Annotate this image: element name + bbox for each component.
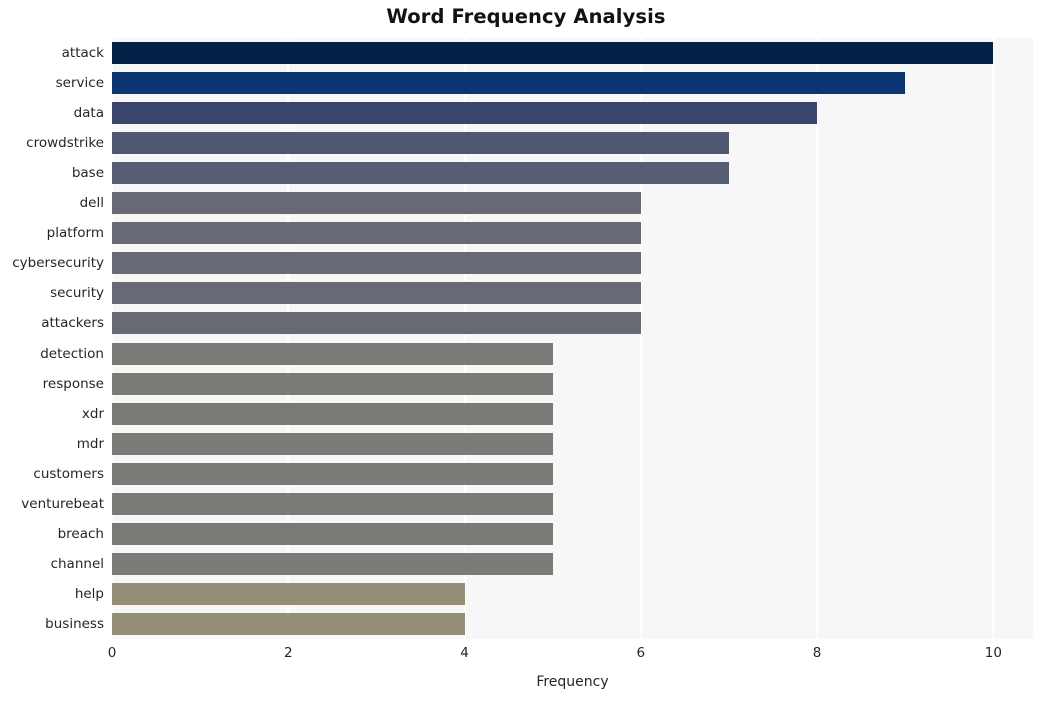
y-tick-label: business xyxy=(45,615,104,632)
bar[interactable] xyxy=(112,522,553,545)
y-tick-label: detection xyxy=(40,345,104,362)
y-tick-label: mdr xyxy=(76,435,104,452)
y-tick-label: dell xyxy=(79,195,104,212)
bar[interactable] xyxy=(112,102,818,125)
y-tick-label: platform xyxy=(46,225,104,242)
x-tick-label: 10 xyxy=(984,645,1002,661)
y-axis-tick-labels: attack service data crowdstrike base dell plat… xyxy=(0,38,104,639)
y-tick-label: base xyxy=(71,165,104,182)
bar[interactable] xyxy=(112,612,465,635)
bar[interactable] xyxy=(112,432,553,455)
plot-area xyxy=(111,38,1033,639)
y-tick-label: attack xyxy=(61,45,104,62)
y-tick-label: crowdstrike xyxy=(26,135,104,152)
bars-layer xyxy=(112,38,1033,639)
y-tick-label: channel xyxy=(50,555,104,572)
bar[interactable] xyxy=(112,72,906,95)
x-tick-label: 2 xyxy=(283,645,293,661)
bar[interactable] xyxy=(112,282,641,305)
y-tick-label: attackers xyxy=(41,315,104,332)
bar[interactable] xyxy=(112,252,641,275)
bar[interactable] xyxy=(112,132,729,155)
bar[interactable] xyxy=(112,342,553,365)
y-tick-label: breach xyxy=(57,525,104,542)
y-tick-label: service xyxy=(55,75,104,92)
bar[interactable] xyxy=(112,582,465,605)
x-tick-label: 4 xyxy=(460,645,469,661)
bar[interactable] xyxy=(112,222,641,245)
x-tick-label: 6 xyxy=(636,645,646,661)
y-tick-label: data xyxy=(73,105,104,122)
y-tick-label: response xyxy=(42,375,104,392)
bar[interactable] xyxy=(112,372,553,395)
x-tick-label: 8 xyxy=(812,645,822,661)
bar[interactable] xyxy=(112,492,553,515)
y-tick-label: customers xyxy=(33,465,104,482)
x-tick-label: 0 xyxy=(107,645,117,661)
x-axis-tick-labels: 0 2 4 6 8 10 xyxy=(108,639,1033,663)
chart-title: Word Frequency Analysis xyxy=(386,5,666,28)
bar[interactable] xyxy=(112,192,641,215)
word-frequency-chart-figure: Word Frequency Analysis attack service dat… xyxy=(0,0,1052,701)
bar[interactable] xyxy=(112,162,729,185)
x-axis-title: Frequency xyxy=(536,674,609,690)
y-tick-label: venturebeat xyxy=(21,495,104,512)
y-tick-label: help xyxy=(74,585,104,602)
bar[interactable] xyxy=(112,312,641,335)
y-tick-label: cybersecurity xyxy=(12,255,104,272)
bar[interactable] xyxy=(112,462,553,485)
y-tick-label: xdr xyxy=(81,405,104,422)
bar[interactable] xyxy=(112,402,553,425)
bar[interactable] xyxy=(112,552,553,575)
y-tick-label: security xyxy=(50,285,104,302)
bar[interactable] xyxy=(112,42,994,65)
